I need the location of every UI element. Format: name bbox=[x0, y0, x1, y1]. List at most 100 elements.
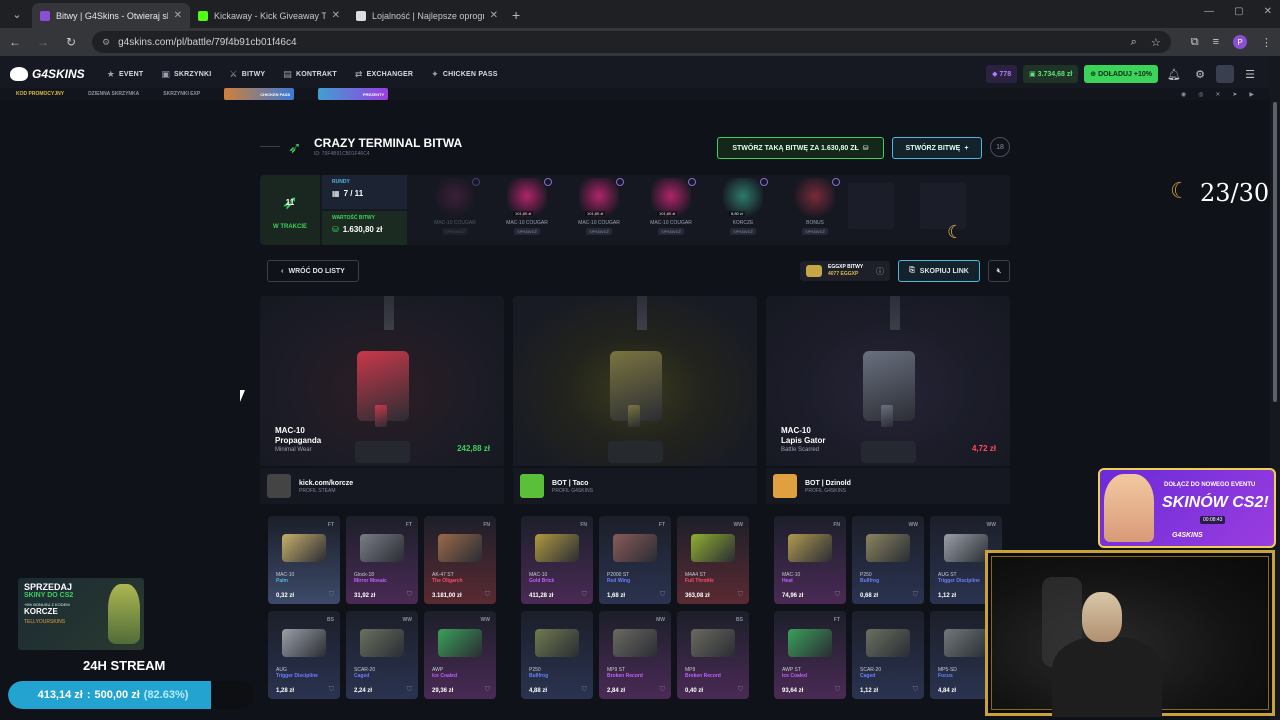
round-item[interactable]: 101,60 zł MAC-10 COUGAR SPRAWDŹ bbox=[636, 175, 706, 245]
gifts-banner-label: PREZENTY bbox=[362, 91, 385, 97]
item-price: 0,40 zł bbox=[685, 688, 704, 694]
extensions-icon[interactable]: ⧉ bbox=[1191, 36, 1199, 49]
box-icon: ▣ bbox=[161, 68, 171, 79]
sell-skins-promo: SPRZEDAJ SKINY DO CS2 +6% BONUSU Z KODEM… bbox=[18, 578, 144, 650]
tab-close-icon[interactable]: ✕ bbox=[490, 10, 498, 21]
address-bar[interactable]: ⚙ g4skins.com/pl/battle/79f4b91cb01f46c4… bbox=[92, 31, 1171, 53]
create-battle-button[interactable]: STWÓRZ BITWĘ + bbox=[892, 137, 982, 159]
balance-badge[interactable]: ▣ 3.734,68 zł bbox=[1023, 65, 1079, 83]
points-badge[interactable]: ◆ 778 bbox=[986, 65, 1018, 83]
gifts-banner[interactable]: PREZENTY bbox=[318, 88, 389, 100]
media-icon[interactable]: ≡ bbox=[1213, 36, 1219, 48]
item-card[interactable]: WW M4A4 ST Full Throttle 363,08 zł ⛉ bbox=[677, 516, 749, 604]
item-card[interactable]: WW P250 Bullfrog 0,68 zł ⛉ bbox=[852, 516, 924, 604]
browser-menu-icon[interactable]: ⋮ bbox=[1261, 36, 1272, 49]
mute-button[interactable]: 🔇︎ bbox=[988, 260, 1010, 282]
round-name: MAC-10 COUGAR bbox=[506, 220, 548, 226]
create-same-battle-label: STWÓRZ TAKĄ BITWĘ ZA 1.630,80 ZŁ bbox=[732, 144, 859, 152]
webcam-feed bbox=[991, 556, 1269, 717]
nav-item-bitwy[interactable]: ⚔ BITWY bbox=[229, 69, 265, 80]
item-card[interactable]: FT MAC-10 Palm 0,32 zł ⛉ bbox=[268, 516, 340, 604]
youtube-icon[interactable]: ▶ bbox=[1249, 91, 1254, 98]
item-card[interactable]: FT P2000 ST Red Wing 1,68 zł ⛉ bbox=[599, 516, 671, 604]
gear-icon[interactable]: ⚙ bbox=[1190, 68, 1210, 81]
new-tab-button[interactable]: + bbox=[512, 7, 520, 23]
round-item[interactable]: BONUS SPRAWDŹ bbox=[780, 175, 850, 245]
item-card[interactable]: FN AK-47 ST The Oligarch 3.181,00 zł ⛉ bbox=[424, 516, 496, 604]
close-window-icon[interactable]: ✕ bbox=[1264, 6, 1272, 17]
drop-showcase: MAC-10 Propaganda Minimal Wear 242,88 zł bbox=[260, 296, 504, 466]
x-icon[interactable]: ✕ bbox=[1215, 91, 1220, 98]
create-same-battle-button[interactable]: STWÓRZ TAKĄ BITWĘ ZA 1.630,80 ZŁ ⛁ bbox=[717, 137, 884, 159]
round-check-button[interactable]: SPRAWDŹ bbox=[802, 228, 828, 235]
nav-item-exchanger[interactable]: ⇄ EXCHANGER bbox=[355, 69, 413, 80]
item-card[interactable]: WW SCAR-20 Caged 2,24 zł ⛉ bbox=[346, 611, 418, 699]
instagram-icon[interactable]: ◎ bbox=[1198, 91, 1203, 98]
back-to-list-button[interactable]: ‹ WRÓĆ DO LISTY bbox=[267, 260, 359, 282]
scrollbar-thumb[interactable] bbox=[1273, 102, 1277, 402]
browser-tab[interactable]: Lojalność | Najlepsze oprogramowanie ✕ bbox=[348, 3, 506, 28]
nav-item-kontrakt[interactable]: ▤ KONTRAKT bbox=[283, 69, 337, 80]
info-icon[interactable]: ⓘ bbox=[876, 266, 884, 277]
reload-icon[interactable]: ↻ bbox=[64, 35, 78, 49]
site-info-icon[interactable]: ⚙ bbox=[102, 37, 110, 48]
bell-icon[interactable]: 🔔︎ bbox=[1164, 68, 1184, 81]
item-weapon-image bbox=[866, 534, 910, 562]
round-item[interactable]: 8,80 zł KORCZE SPRAWDŹ bbox=[708, 175, 778, 245]
zoom-icon[interactable]: ⌕ bbox=[1131, 36, 1137, 49]
item-condition: FT bbox=[327, 522, 334, 528]
round-item[interactable]: 101,60 zł MAC-10 COUGAR SPRAWDŹ bbox=[564, 175, 634, 245]
user-avatar[interactable] bbox=[1216, 65, 1234, 83]
telegram-icon[interactable]: ➤ bbox=[1232, 91, 1237, 98]
banana-decoration-icon: ☾ bbox=[947, 222, 964, 242]
tab-close-icon[interactable]: ✕ bbox=[174, 10, 182, 21]
browser-tab[interactable]: Kickaway - Kick Giveaway Tool ✕ bbox=[190, 3, 348, 28]
item-card[interactable]: BS MP9 Broken Record 0,40 zł ⛉ bbox=[677, 611, 749, 699]
dropped-weapon-image bbox=[863, 351, 915, 427]
item-card[interactable]: FN MAC-10 Gold Brick 411,28 zł ⛉ bbox=[521, 516, 593, 604]
item-card[interactable]: BS AUG Trigger Discipline 1,28 zł ⛉ bbox=[268, 611, 340, 699]
item-card[interactable]: SCAR-20 Caged 1,12 zł ⛉ bbox=[852, 611, 924, 699]
copy-link-button[interactable]: ⎘ SKOPIUJ LINK bbox=[898, 260, 980, 282]
profile-avatar[interactable]: P bbox=[1233, 35, 1247, 49]
chicken-pass-banner[interactable]: CHICKEN PASS bbox=[224, 88, 295, 100]
tab-close-icon[interactable]: ✕ bbox=[332, 10, 340, 21]
minimize-icon[interactable]: — bbox=[1204, 6, 1214, 17]
item-card[interactable]: WW AWP Ice Coaled 29,36 zł ⛉ bbox=[424, 611, 496, 699]
maximize-icon[interactable]: ▢ bbox=[1234, 6, 1243, 17]
item-card[interactable]: MW MP9 ST Broken Record 2,84 zł ⛉ bbox=[599, 611, 671, 699]
item-price: 1,12 zł bbox=[860, 688, 879, 694]
item-condition: MW bbox=[656, 617, 665, 623]
bookmark-star-icon[interactable]: ☆ bbox=[1151, 36, 1161, 49]
exp-cases-link[interactable]: SKRZYNKI EXP bbox=[163, 91, 200, 97]
browser-tab[interactable]: Bitwy | G4Skins - Otwieraj skrzynki ✕ bbox=[32, 3, 190, 28]
topup-button[interactable]: ⊕ DOŁADUJ +10% bbox=[1084, 65, 1158, 83]
forward-icon[interactable]: → bbox=[36, 35, 50, 49]
round-check-button[interactable]: SPRAWDŹ bbox=[658, 228, 684, 235]
hamburger-menu-icon[interactable]: ☰ bbox=[1240, 68, 1260, 81]
item-card[interactable]: FT AWP ST Ice Coaled 93,64 zł ⛉ bbox=[774, 611, 846, 699]
dropped-weapon-image bbox=[610, 351, 662, 427]
player-info-bar[interactable]: kick.com/korcze PROFIL STEAM bbox=[260, 468, 504, 504]
round-item[interactable]: MAC-10 COUGAR SPRAWDŹ bbox=[420, 175, 490, 245]
tab-search-icon[interactable]: ⌄ bbox=[6, 3, 28, 25]
round-check-button[interactable]: SPRAWDŹ bbox=[514, 228, 540, 235]
item-card[interactable]: FT Glock-18 Mirror Mosaic 31,92 zł ⛉ bbox=[346, 516, 418, 604]
item-skin: Ice Coaled bbox=[782, 673, 808, 679]
round-check-button[interactable]: SPRAWDŹ bbox=[730, 228, 756, 235]
daily-case-link[interactable]: DZIENNA SKRZYNKA bbox=[88, 91, 139, 97]
promo-code-link[interactable]: KOD PROMOCYJNY bbox=[16, 91, 64, 97]
nav-item-event[interactable]: ★ EVENT bbox=[107, 69, 144, 80]
player-info-bar[interactable]: BOT | Taco PROFIL G4SKINS bbox=[513, 468, 757, 504]
item-card[interactable]: FN MAC-10 Heat 74,96 zł ⛉ bbox=[774, 516, 846, 604]
nav-item-skrzynki[interactable]: ▣ SKRZYNKI bbox=[161, 69, 211, 80]
site-logo[interactable]: G4SKINS bbox=[10, 67, 85, 81]
item-card[interactable]: P250 Bullfrog 4,88 zł ⛉ bbox=[521, 611, 593, 699]
discord-icon[interactable]: ◉ bbox=[1181, 91, 1186, 98]
nav-item-chicken-pass[interactable]: ✦ CHICKEN PASS bbox=[431, 69, 498, 80]
round-check-button[interactable]: SPRAWDŹ bbox=[586, 228, 612, 235]
round-item[interactable]: 101,60 zł MAC-10 COUGAR SPRAWDŹ bbox=[492, 175, 562, 245]
back-icon[interactable]: ← bbox=[8, 35, 22, 49]
player-info-bar[interactable]: BOT | Dzinold PROFIL G4SKINS bbox=[766, 468, 1010, 504]
round-check-button[interactable]: SPRAWDŹ bbox=[442, 228, 468, 235]
